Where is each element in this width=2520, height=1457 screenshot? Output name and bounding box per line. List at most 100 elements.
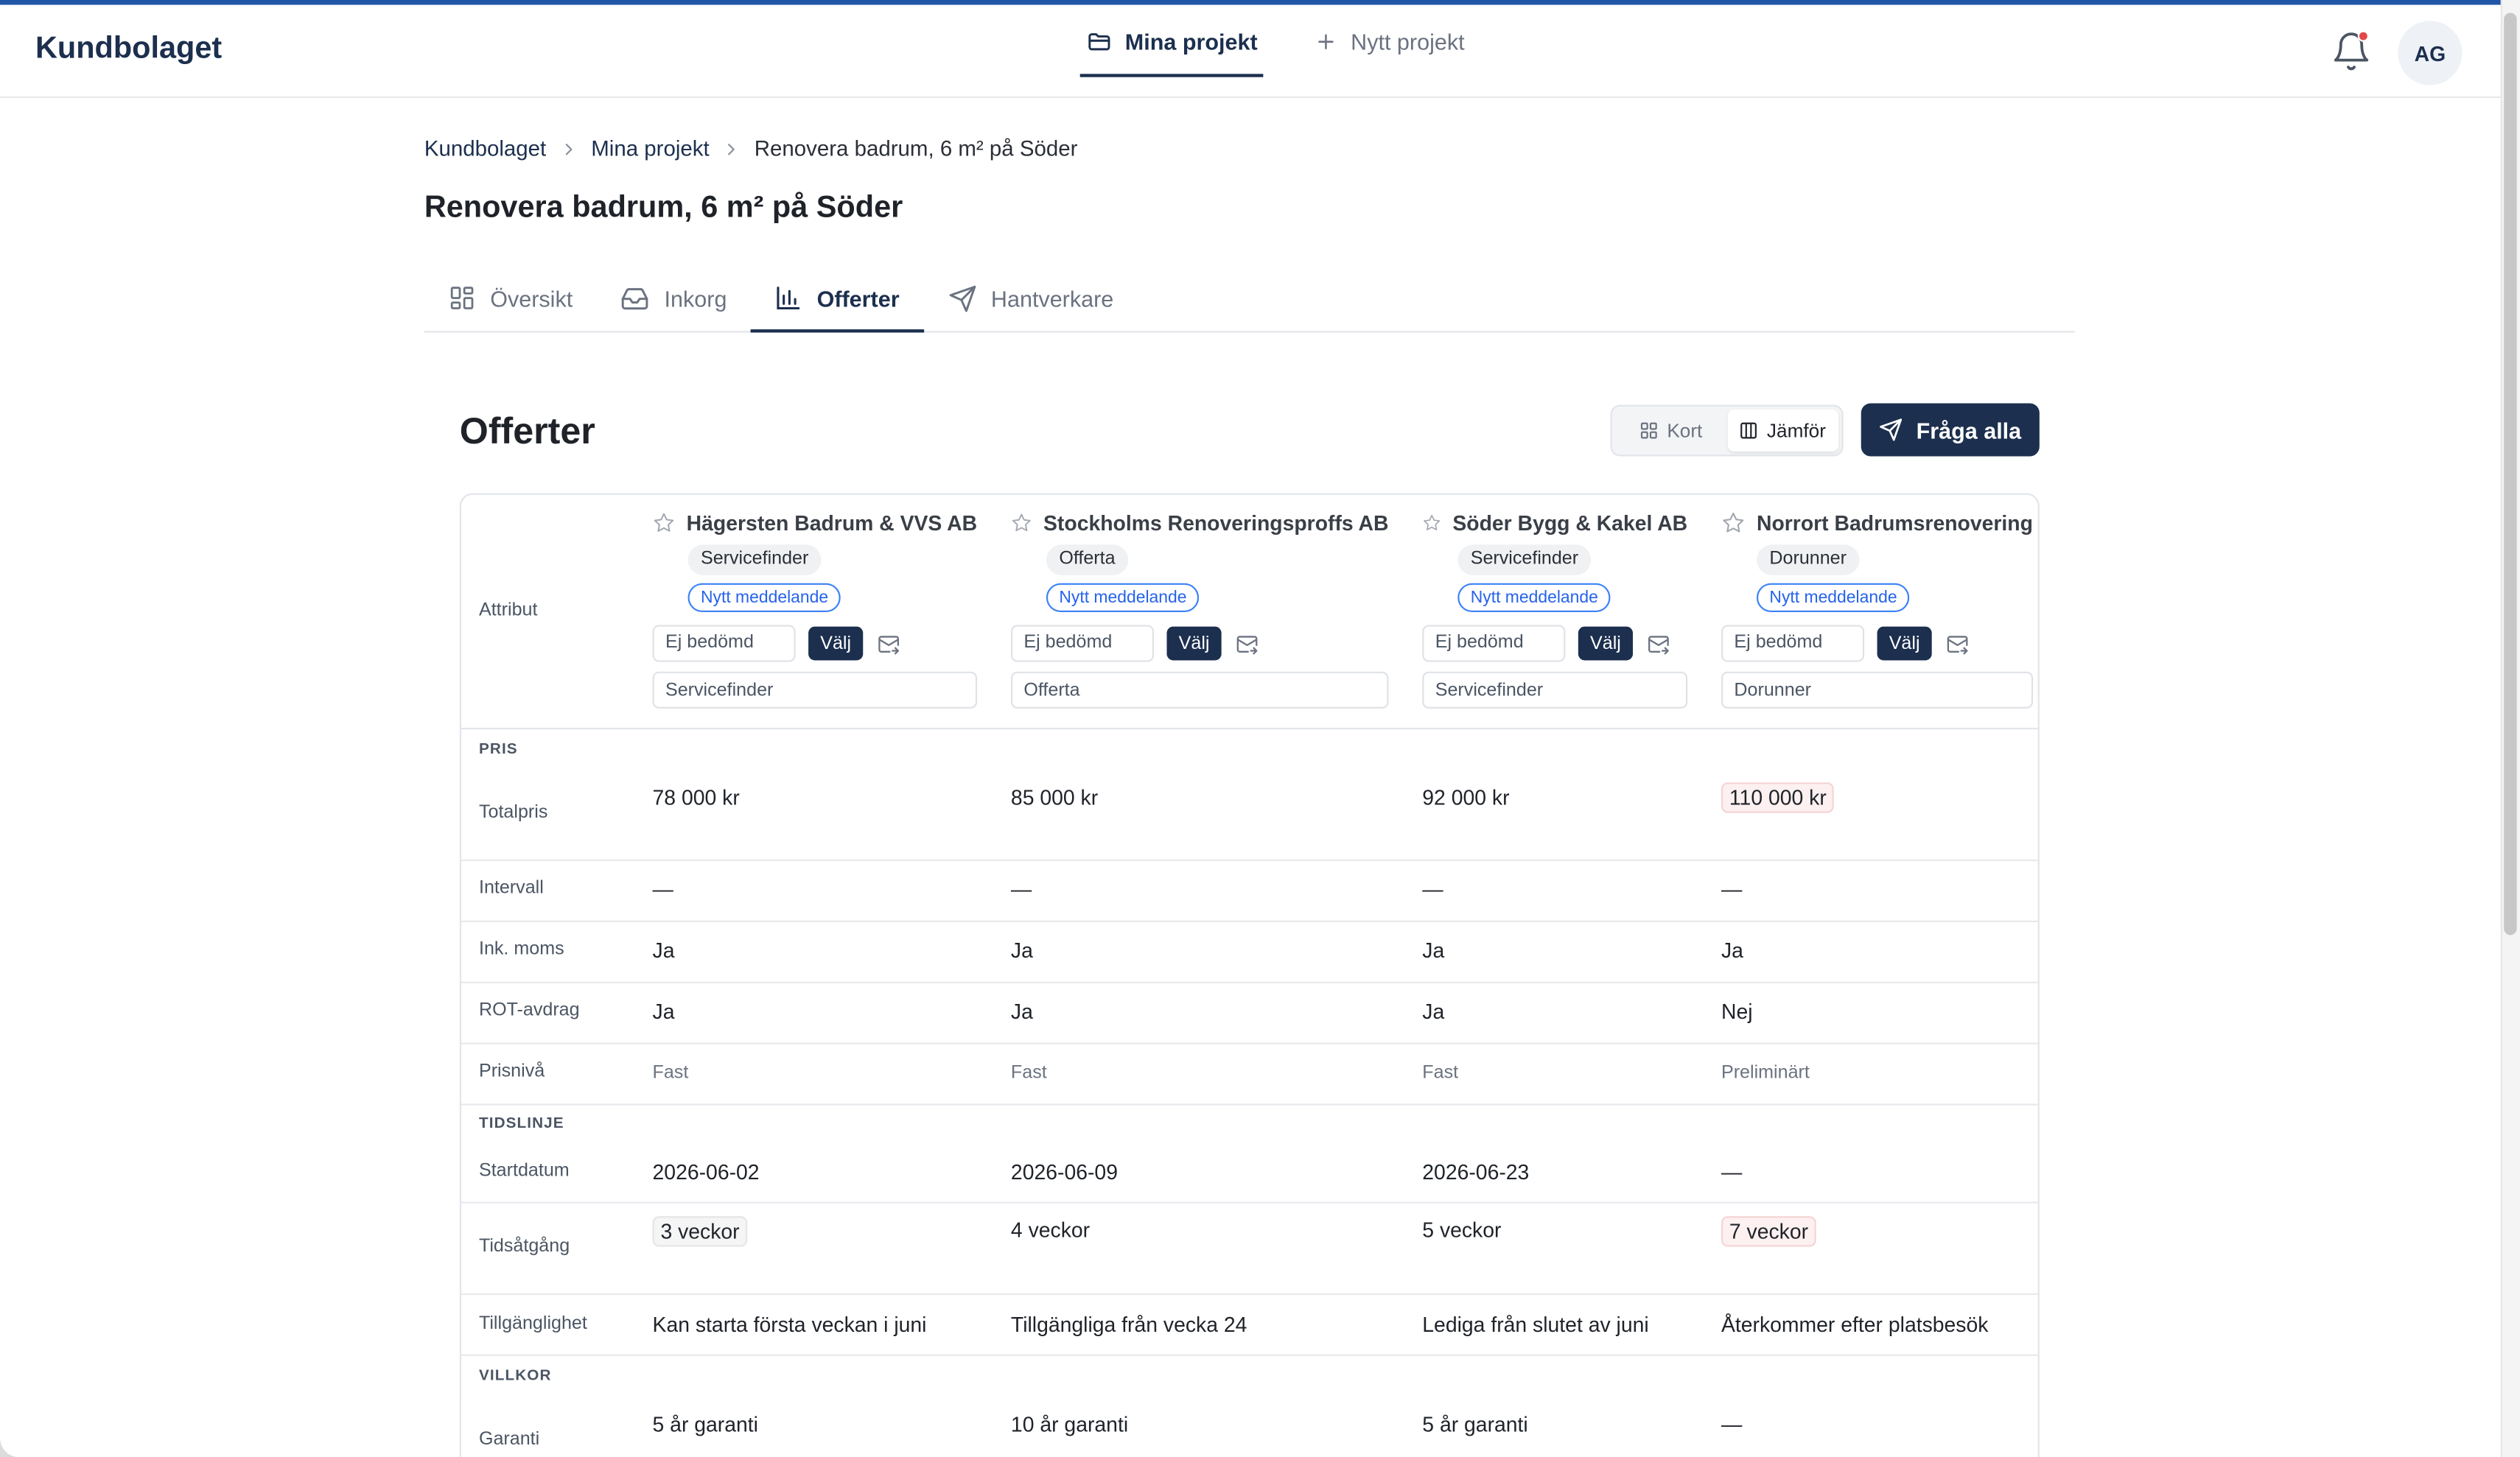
comparison-table: Attribut Hägersten Badrum & VVS AB Servi… (459, 493, 2040, 1457)
rating-select[interactable]: Ej bedömd (1422, 625, 1566, 662)
source-badge: Dorunner (1756, 544, 1860, 575)
breadcrumb-current: Renovera badrum, 6 m² på Söder (754, 136, 1078, 161)
table-cell: 5 veckor (1422, 1218, 1502, 1243)
table-cell: — (1721, 1412, 1743, 1436)
rating-select[interactable]: Ej bedömd (1010, 625, 1155, 662)
brand-logo[interactable]: Kundbolaget (35, 32, 222, 68)
rating-select[interactable]: Ej bedömd (652, 625, 796, 662)
nav-mina-projekt[interactable]: Mina projekt (1079, 5, 1265, 77)
table-row-tillganglighet: Tillgänglighet Kan starta första veckan … (461, 1295, 2038, 1356)
new-message-badge[interactable]: Nytt meddelande (1756, 583, 1911, 613)
user-avatar[interactable]: AG (2398, 21, 2463, 85)
source-badge: Servicefinder (687, 544, 822, 575)
inbox-icon (622, 287, 649, 309)
choose-button[interactable]: Välj (1166, 626, 1222, 661)
toggle-label: Kort (1667, 419, 1703, 442)
table-row-tidsatgang: Tidsåtgång 3 veckor 4 veckor 5 veckor 7 … (461, 1204, 2038, 1295)
table-cell: 2026-06-23 (1422, 1159, 1530, 1184)
highlight-badge: 7 veckor (1721, 1216, 1816, 1247)
row-label: Startdatum (478, 1161, 570, 1182)
view-compare-button[interactable]: Jämför (1726, 410, 1839, 452)
row-label: Garanti (478, 1430, 540, 1450)
table-cell: 4 veckor (1010, 1218, 1091, 1243)
tab-offerter[interactable]: Offerter (751, 265, 925, 333)
app-window: Kundbolaget Mina projekt Nytt projekt AG… (0, 0, 2520, 1457)
table-cell: Tillgängliga från vecka 24 (1010, 1312, 1247, 1337)
table-cell: Ja (1010, 999, 1033, 1024)
row-label: ROT-avdrag (478, 1000, 580, 1021)
view-card-button[interactable]: Kort (1615, 410, 1727, 452)
offers-title: Offerter (459, 410, 595, 452)
mail-icon[interactable] (1946, 632, 1969, 655)
tab-hantverkare[interactable]: Hantverkare (923, 265, 1138, 331)
table-cell: Fast (1010, 1063, 1047, 1084)
notification-dot (2357, 30, 2369, 42)
choose-button[interactable]: Välj (808, 626, 864, 661)
page-title: Renovera badrum, 6 m² på Söder (424, 191, 903, 225)
table-cell: 92 000 kr (1422, 785, 1510, 810)
group-label-terms: VILLKOR (478, 1367, 552, 1386)
table-cell: 10 år garanti (1010, 1412, 1129, 1436)
vendor-name: Hägersten Badrum & VVS AB (686, 510, 978, 536)
source-field[interactable]: Offerta (1010, 671, 1389, 709)
source-field[interactable]: Servicefinder (1422, 671, 1688, 709)
tab-oversikt[interactable]: Översikt (424, 265, 597, 331)
folder-icon (1088, 32, 1110, 50)
table-cell: Återkommer efter platsbesök (1721, 1312, 1989, 1337)
plus-icon (1319, 33, 1334, 49)
star-icon[interactable] (1422, 511, 1441, 536)
breadcrumb-kundbolaget[interactable]: Kundbolaget (424, 136, 546, 161)
nav-nytt-projekt[interactable]: Nytt projekt (1309, 5, 1471, 77)
table-cell: Fast (1422, 1063, 1459, 1084)
chevron-right-icon (722, 139, 741, 158)
source-field[interactable]: Servicefinder (652, 671, 978, 709)
new-message-badge[interactable]: Nytt meddelande (1457, 583, 1611, 613)
grid-icon (1641, 422, 1658, 439)
star-icon[interactable] (1011, 511, 1032, 536)
row-label: Tillgänglighet (478, 1314, 587, 1334)
source-badge: Offerta (1046, 544, 1129, 575)
send-icon (948, 284, 976, 312)
breadcrumb-mina-projekt[interactable]: Mina projekt (591, 136, 709, 161)
highlight-badge: 110 000 kr (1721, 782, 1835, 813)
top-header: Kundbolaget Mina projekt Nytt projekt AG (0, 5, 2501, 99)
table-cell: 110 000 kr (1721, 782, 1835, 813)
new-message-badge[interactable]: Nytt meddelande (687, 583, 841, 613)
new-message-badge[interactable]: Nytt meddelande (1046, 583, 1200, 613)
table-cell: — (1721, 1159, 1743, 1184)
star-icon[interactable] (1721, 511, 1746, 536)
mail-icon[interactable] (1236, 632, 1259, 655)
table-cell: — (1422, 877, 1443, 902)
tab-label: Offerter (816, 285, 900, 312)
row-label: Tidsåtgång (478, 1237, 570, 1257)
vendor-column-header: Söder Bygg & Kakel AB Servicefinder Nytt… (1422, 510, 1688, 709)
table-cell: Ja (1422, 938, 1445, 963)
scrollbar-thumb[interactable] (2504, 13, 2517, 935)
mail-icon[interactable] (878, 632, 900, 655)
vendor-name: Norrort Badrumsrenovering (1756, 510, 2033, 536)
table-cell: 2026-06-09 (1010, 1159, 1118, 1184)
source-badge: Servicefinder (1457, 544, 1592, 575)
choose-button[interactable]: Välj (1877, 626, 1932, 661)
ask-all-button[interactable]: Fråga alla (1861, 403, 2040, 457)
table-cell: — (1721, 877, 1743, 902)
star-icon[interactable] (653, 511, 676, 536)
attribute-header: Attribut (478, 600, 538, 620)
table-cell: 5 år garanti (652, 1412, 758, 1436)
vendor-column-header: Stockholms Renoveringsproffs AB Offerta … (1010, 511, 1389, 709)
table-row-moms: Ink. moms Ja Ja Ja Ja (461, 922, 2038, 983)
rating-select[interactable]: Ej bedömd (1721, 625, 1865, 662)
choose-button[interactable]: Välj (1578, 626, 1634, 661)
bar-chart-icon (777, 287, 800, 310)
vendor-name: Söder Bygg & Kakel AB (1452, 510, 1688, 536)
source-field[interactable]: Dorunner (1721, 671, 2034, 709)
table-cell: Fast (652, 1063, 689, 1084)
scrollbar[interactable] (2500, 0, 2520, 1457)
row-label: Totalpris (478, 803, 548, 823)
table-row-intervall: Intervall — — — — (461, 861, 2038, 922)
table-cell: Kan starta första veckan i juni (652, 1312, 927, 1337)
group-label-price: PRIS (478, 740, 518, 759)
mail-icon[interactable] (1648, 632, 1670, 655)
table-row-startdatum: TIDSLINJE Startdatum 2026-06-02 2026-06-… (461, 1106, 2038, 1204)
tab-inkorg[interactable]: Inkorg (597, 265, 751, 331)
